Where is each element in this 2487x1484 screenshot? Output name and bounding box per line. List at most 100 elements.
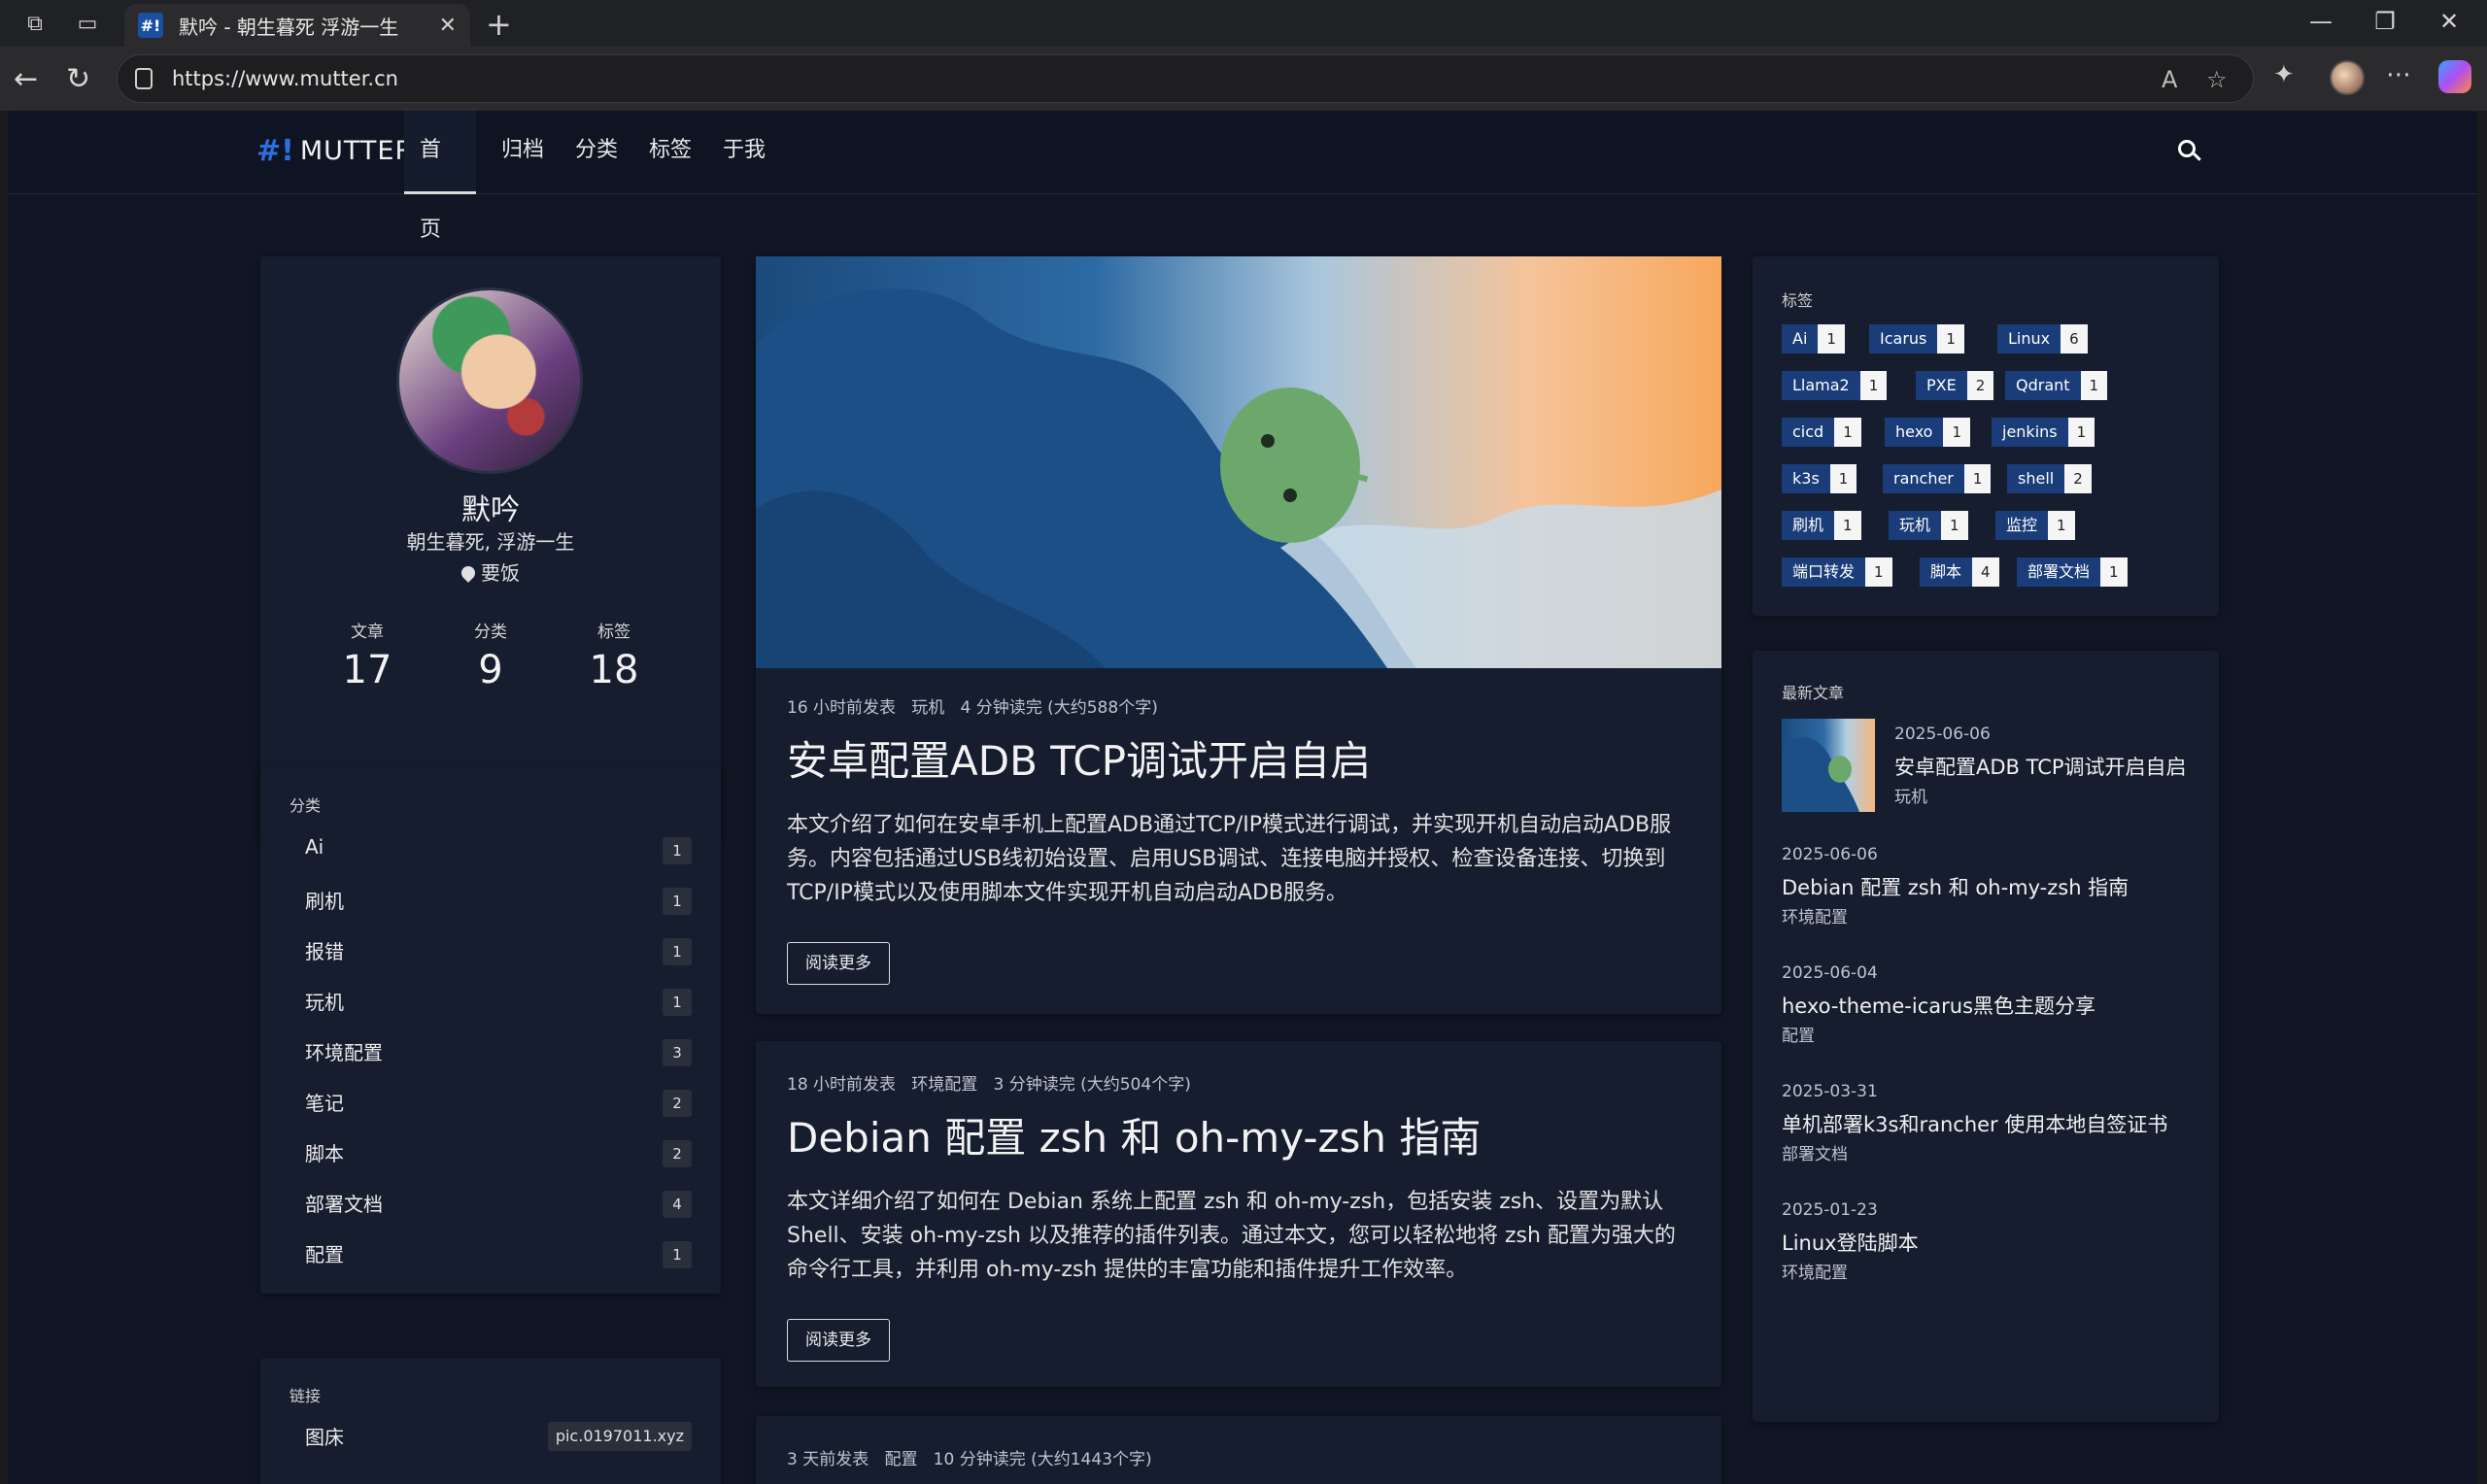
nav-archive[interactable]: 归档: [486, 111, 560, 194]
more-menu-icon[interactable]: ⋯: [2386, 60, 2411, 89]
link-item[interactable]: 图床 pic.0197011.xyz: [305, 1422, 692, 1457]
post-excerpt: 本文详细介绍了如何在 Debian 系统上配置 zsh 和 oh-my-zsh，…: [787, 1190, 1676, 1282]
site-logo[interactable]: #! MUTTER: [256, 134, 414, 168]
tag-item[interactable]: hexo 1: [1885, 418, 1971, 447]
minimize-icon[interactable]: —: [2297, 8, 2345, 35]
tag-count: 1: [1829, 464, 1857, 493]
nav-about[interactable]: 于我: [707, 111, 781, 194]
extensions-icon[interactable]: ✦: [2273, 60, 2295, 89]
category-name: 环境配置: [305, 1041, 383, 1064]
tag-item[interactable]: Linux 6: [1997, 324, 2088, 354]
tag-item[interactable]: rancher 1: [1883, 464, 1992, 493]
post-excerpt: 本文介绍了如何在安卓手机上配置ADB通过TCP/IP模式进行调试，并实现开机自动…: [787, 813, 1672, 905]
category-name: 配置: [305, 1243, 344, 1266]
category-item[interactable]: 环境配置 3: [305, 1037, 692, 1072]
category-count: 2: [663, 1090, 692, 1117]
recent-posts-title: 最新文章: [1782, 684, 1845, 702]
stat-tags[interactable]: 标签 18: [556, 618, 672, 692]
category-item[interactable]: 配置 1: [305, 1239, 692, 1274]
browser-tab[interactable]: #! 默吟 - 朝生暮死 浮游一生 ✕: [124, 4, 470, 47]
tag-item[interactable]: Llama2 1: [1782, 371, 1888, 400]
lock-icon[interactable]: [135, 68, 153, 89]
tag-item[interactable]: Icarus 1: [1869, 324, 1964, 354]
nav-tags[interactable]: 标签: [633, 111, 707, 194]
close-window-icon[interactable]: ✕: [2425, 8, 2473, 35]
read-more-button[interactable]: 阅读更多: [787, 942, 890, 985]
post-time: 16 小时前发表: [787, 698, 897, 718]
stat-posts[interactable]: 文章 17: [309, 618, 426, 692]
tag-item[interactable]: 部署文档 1: [2017, 557, 2128, 587]
category-item[interactable]: 刷机 1: [305, 886, 692, 921]
tab-actions-icon[interactable]: ▭: [74, 10, 101, 37]
category-item[interactable]: 玩机 1: [305, 987, 692, 1022]
post-category-link[interactable]: 玩机: [911, 698, 944, 718]
recent-post-title[interactable]: Debian 配置 zsh 和 oh-my-zsh 指南: [1782, 872, 2129, 901]
read-more-button[interactable]: 阅读更多: [787, 1319, 890, 1362]
recent-post-category[interactable]: 环境配置: [1782, 1259, 1848, 1283]
tag-name: Ai: [1782, 324, 1819, 354]
tag-item[interactable]: jenkins 1: [1992, 418, 2095, 447]
tag-item[interactable]: 玩机 1: [1889, 511, 1968, 540]
restore-icon[interactable]: ❐: [2361, 8, 2409, 35]
tag-item[interactable]: 监控 1: [1995, 511, 2075, 540]
close-icon[interactable]: ✕: [439, 14, 457, 38]
tag-name: 脚本: [1920, 557, 1973, 587]
recent-post-title[interactable]: Linux登陆脚本: [1782, 1228, 1919, 1257]
post-meta: 16 小时前发表 玩机 4 分钟读完 (大约588个字): [787, 693, 1158, 718]
new-tab-icon[interactable]: +: [486, 6, 512, 43]
tag-item[interactable]: shell 2: [2007, 464, 2092, 493]
category-item[interactable]: 部署文档 4: [305, 1189, 692, 1224]
tag-item[interactable]: 刷机 1: [1782, 511, 1861, 540]
category-item[interactable]: Ai 1: [305, 835, 692, 870]
workspaces-icon[interactable]: ⧉: [21, 10, 49, 37]
tag-item[interactable]: PXE 2: [1916, 371, 1994, 400]
tag-item[interactable]: cicd 1: [1782, 418, 1861, 447]
url-text[interactable]: https://www.mutter.cn: [172, 67, 398, 90]
post-cover-image[interactable]: [756, 256, 1721, 668]
address-bar[interactable]: https://www.mutter.cn A ☆: [117, 54, 2254, 103]
read-aloud-icon[interactable]: A: [2162, 66, 2177, 93]
tag-item[interactable]: 脚本 4: [1920, 557, 1999, 587]
category-item[interactable]: 脚本 2: [305, 1138, 692, 1173]
nav-categories[interactable]: 分类: [560, 111, 633, 194]
tag-item[interactable]: k3s 1: [1782, 464, 1857, 493]
tag-count: 1: [2048, 511, 2075, 540]
recent-post-category[interactable]: 环境配置: [1782, 903, 1848, 928]
tag-item[interactable]: Ai 1: [1782, 324, 1845, 354]
category-name: Ai: [305, 835, 324, 859]
post-read-time: 4 分钟读完 (大约588个字): [960, 698, 1158, 718]
post-card: 18 小时前发表 环境配置 3 分钟读完 (大约504个字) Debian 配置…: [756, 1041, 1721, 1387]
tag-item[interactable]: 端口转发 1: [1782, 557, 1892, 587]
category-item[interactable]: 笔记 2: [305, 1088, 692, 1123]
post-category-link[interactable]: 环境配置: [911, 1075, 977, 1095]
post-category-link[interactable]: 配置: [884, 1450, 917, 1469]
recent-post-title[interactable]: 安卓配置ADB TCP调试开启自启: [1894, 752, 2187, 781]
category-name: 笔记: [305, 1092, 344, 1115]
post-title[interactable]: 安卓配置ADB TCP调试开启自启: [787, 728, 1371, 788]
recent-post-thumbnail[interactable]: [1782, 719, 1875, 812]
stat-categories[interactable]: 分类 9: [432, 618, 549, 692]
nav-home[interactable]: 首页: [404, 111, 476, 242]
recent-post-category[interactable]: 配置: [1782, 1022, 1815, 1046]
copilot-icon[interactable]: [2438, 60, 2471, 93]
category-count: 2: [663, 1140, 692, 1167]
site-navbar: #! MUTTER 首页 归档 分类 标签 于我: [8, 111, 2477, 242]
favorite-star-icon[interactable]: ☆: [2206, 66, 2228, 93]
categories-title: 分类: [290, 796, 322, 815]
profile-avatar-icon[interactable]: [2330, 60, 2365, 95]
post-title[interactable]: Debian 配置 zsh 和 oh-my-zsh 指南: [787, 1105, 1481, 1164]
recent-post-title[interactable]: 单机部署k3s和rancher 使用本地自签证书: [1782, 1109, 2167, 1138]
category-count: 1: [663, 989, 692, 1016]
tag-item[interactable]: Qdrant 1: [2005, 371, 2108, 400]
tag-name: cicd: [1782, 418, 1835, 447]
tag-count: 2: [2064, 464, 2092, 493]
tag-name: Icarus: [1869, 324, 1938, 354]
recent-post-title[interactable]: hexo-theme-icarus黑色主题分享: [1782, 991, 2095, 1020]
back-icon[interactable]: ←: [14, 62, 38, 96]
tags-card: 标签 Ai 1 Icarus 1 Linux 6 Llama2 1 PXE 2 Qdran…: [1753, 256, 2219, 616]
refresh-icon[interactable]: ↻: [66, 62, 90, 96]
recent-post-category[interactable]: 玩机: [1894, 783, 1927, 807]
category-item[interactable]: 报错 1: [305, 936, 692, 971]
search-icon[interactable]: [2176, 138, 2203, 165]
recent-post-category[interactable]: 部署文档: [1782, 1140, 1848, 1164]
